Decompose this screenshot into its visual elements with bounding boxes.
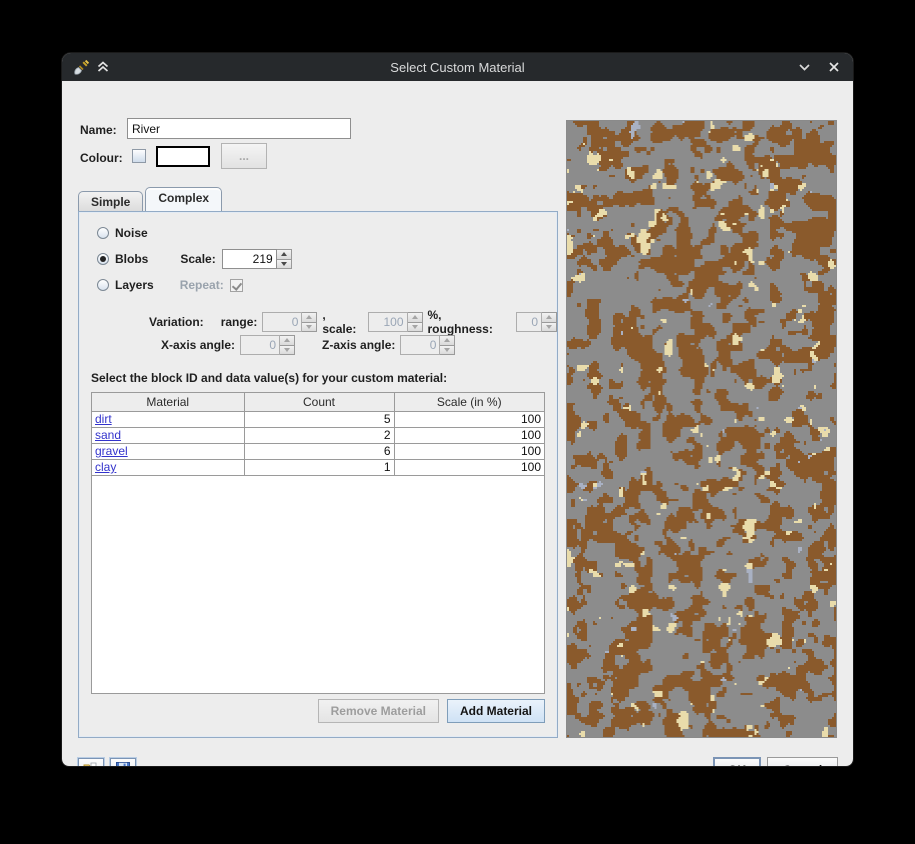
window-title: Select Custom Material	[390, 59, 525, 75]
variation-label: Variation:	[149, 315, 204, 329]
table-row[interactable]: gravel 6 100	[92, 443, 544, 460]
scale-spinner-value[interactable]: 219	[221, 249, 277, 269]
scale-spinner[interactable]: 219	[221, 249, 292, 269]
z-axis-angle-value: 0	[400, 335, 441, 355]
scale-cell[interactable]: 100	[394, 459, 544, 476]
variation-roughness-value: 0	[516, 312, 542, 332]
layers-label: Layers	[115, 278, 154, 292]
count-cell[interactable]: 6	[244, 443, 395, 460]
cancel-button[interactable]: Cancel	[767, 757, 838, 766]
variation-scale-up	[407, 312, 423, 323]
variation-range-up	[302, 312, 318, 323]
z-axis-angle-up	[440, 335, 456, 346]
x-axis-angle-value: 0	[240, 335, 281, 355]
table-row[interactable]: dirt 5 100	[92, 411, 544, 428]
open-folder-icon	[82, 761, 100, 766]
scale-spinner-down[interactable]	[276, 259, 292, 269]
z-axis-angle-label: Z-axis angle:	[322, 338, 396, 352]
x-axis-angle-spinner: 0	[240, 335, 296, 355]
dialog-select-custom-material: Select Custom Material Name: Colou	[62, 53, 853, 766]
add-material-button[interactable]: Add Material	[446, 699, 545, 723]
tab-simple[interactable]: Simple	[78, 191, 144, 211]
materials-table-header-row: Material Count Scale (in %)	[92, 393, 544, 412]
layers-radio[interactable]	[97, 279, 109, 291]
scale-cell[interactable]: 100	[394, 411, 544, 428]
count-cell[interactable]: 1	[244, 459, 395, 476]
colour-browse-button[interactable]: ...	[221, 143, 267, 169]
variation-range-spinner: 0	[262, 312, 318, 332]
materials-table: Material Count Scale (in %) dirt 5 100 s…	[92, 393, 544, 476]
x-axis-angle-label: X-axis angle:	[161, 338, 236, 352]
repeat-label: Repeat:	[179, 278, 224, 292]
noise-radio[interactable]	[97, 227, 109, 239]
colour-checkbox[interactable]	[132, 149, 146, 163]
variation-scale-spinner: 100	[367, 312, 423, 332]
scale-cell[interactable]: 100	[394, 443, 544, 460]
count-cell[interactable]: 2	[244, 427, 395, 444]
variation-scale-label: , scale:	[322, 308, 357, 336]
variation-range-value: 0	[262, 312, 303, 332]
column-header-material[interactable]: Material	[92, 393, 245, 412]
colour-label: Colour:	[80, 151, 123, 165]
material-preview-texture	[567, 121, 836, 737]
load-material-button[interactable]	[78, 758, 104, 766]
colour-swatch	[156, 146, 210, 167]
count-cell[interactable]: 5	[244, 411, 395, 428]
table-row[interactable]: sand 2 100	[92, 427, 544, 444]
variation-roughness-label: %, roughness:	[427, 308, 493, 336]
variation-roughness-up	[542, 312, 557, 323]
minimize-window-icon[interactable]	[793, 56, 815, 78]
column-header-count[interactable]: Count	[244, 393, 395, 412]
titlebar[interactable]: Select Custom Material	[62, 53, 853, 81]
x-axis-angle-down	[280, 345, 296, 355]
variation-scale-down	[407, 322, 423, 332]
remove-material-button: Remove Material	[317, 699, 439, 723]
variation-roughness-spinner: 0	[516, 312, 557, 332]
variation-roughness-down	[542, 322, 557, 332]
close-window-icon[interactable]	[823, 56, 845, 78]
z-axis-angle-down	[440, 345, 456, 355]
tab-bar: Simple Complex	[78, 187, 224, 211]
app-shovel-icon	[70, 56, 92, 78]
shade-window-icon[interactable]	[92, 56, 114, 78]
scale-label: Scale:	[180, 252, 216, 266]
material-preview	[566, 120, 837, 738]
floppy-disk-icon	[115, 761, 131, 766]
material-link[interactable]: sand	[95, 428, 121, 442]
desktop-background: Select Custom Material Name: Colou	[0, 0, 915, 844]
name-label: Name:	[80, 123, 117, 137]
save-material-button[interactable]	[110, 758, 136, 766]
column-header-scale[interactable]: Scale (in %)	[394, 393, 544, 412]
name-input[interactable]	[127, 118, 351, 139]
table-row[interactable]: clay 1 100	[92, 459, 544, 476]
scale-cell[interactable]: 100	[394, 427, 544, 444]
blobs-label: Blobs	[115, 252, 149, 266]
variation-scale-value: 100	[367, 312, 408, 332]
repeat-checkbox	[229, 278, 243, 292]
dialog-body: Name: Colour: ... Simple Complex Noise	[62, 81, 853, 766]
noise-label: Noise	[115, 226, 148, 240]
materials-table-caption: Select the block ID and data value(s) fo…	[91, 371, 448, 385]
blobs-radio[interactable]	[97, 253, 109, 265]
complex-tab-panel: Noise Blobs Scale: 219 Layers Repeat: Va…	[78, 211, 558, 738]
variation-range-down	[302, 322, 318, 332]
material-link[interactable]: dirt	[95, 412, 112, 426]
ok-button[interactable]: OK	[713, 757, 761, 766]
tab-complex[interactable]: Complex	[145, 187, 223, 211]
scale-spinner-up[interactable]	[276, 249, 292, 260]
x-axis-angle-up	[280, 335, 296, 346]
material-link[interactable]: clay	[95, 460, 116, 474]
z-axis-angle-spinner: 0	[400, 335, 456, 355]
materials-table-scrollpane[interactable]: Material Count Scale (in %) dirt 5 100 s…	[91, 392, 545, 694]
material-link[interactable]: gravel	[95, 444, 128, 458]
variation-range-label: range:	[220, 315, 258, 329]
